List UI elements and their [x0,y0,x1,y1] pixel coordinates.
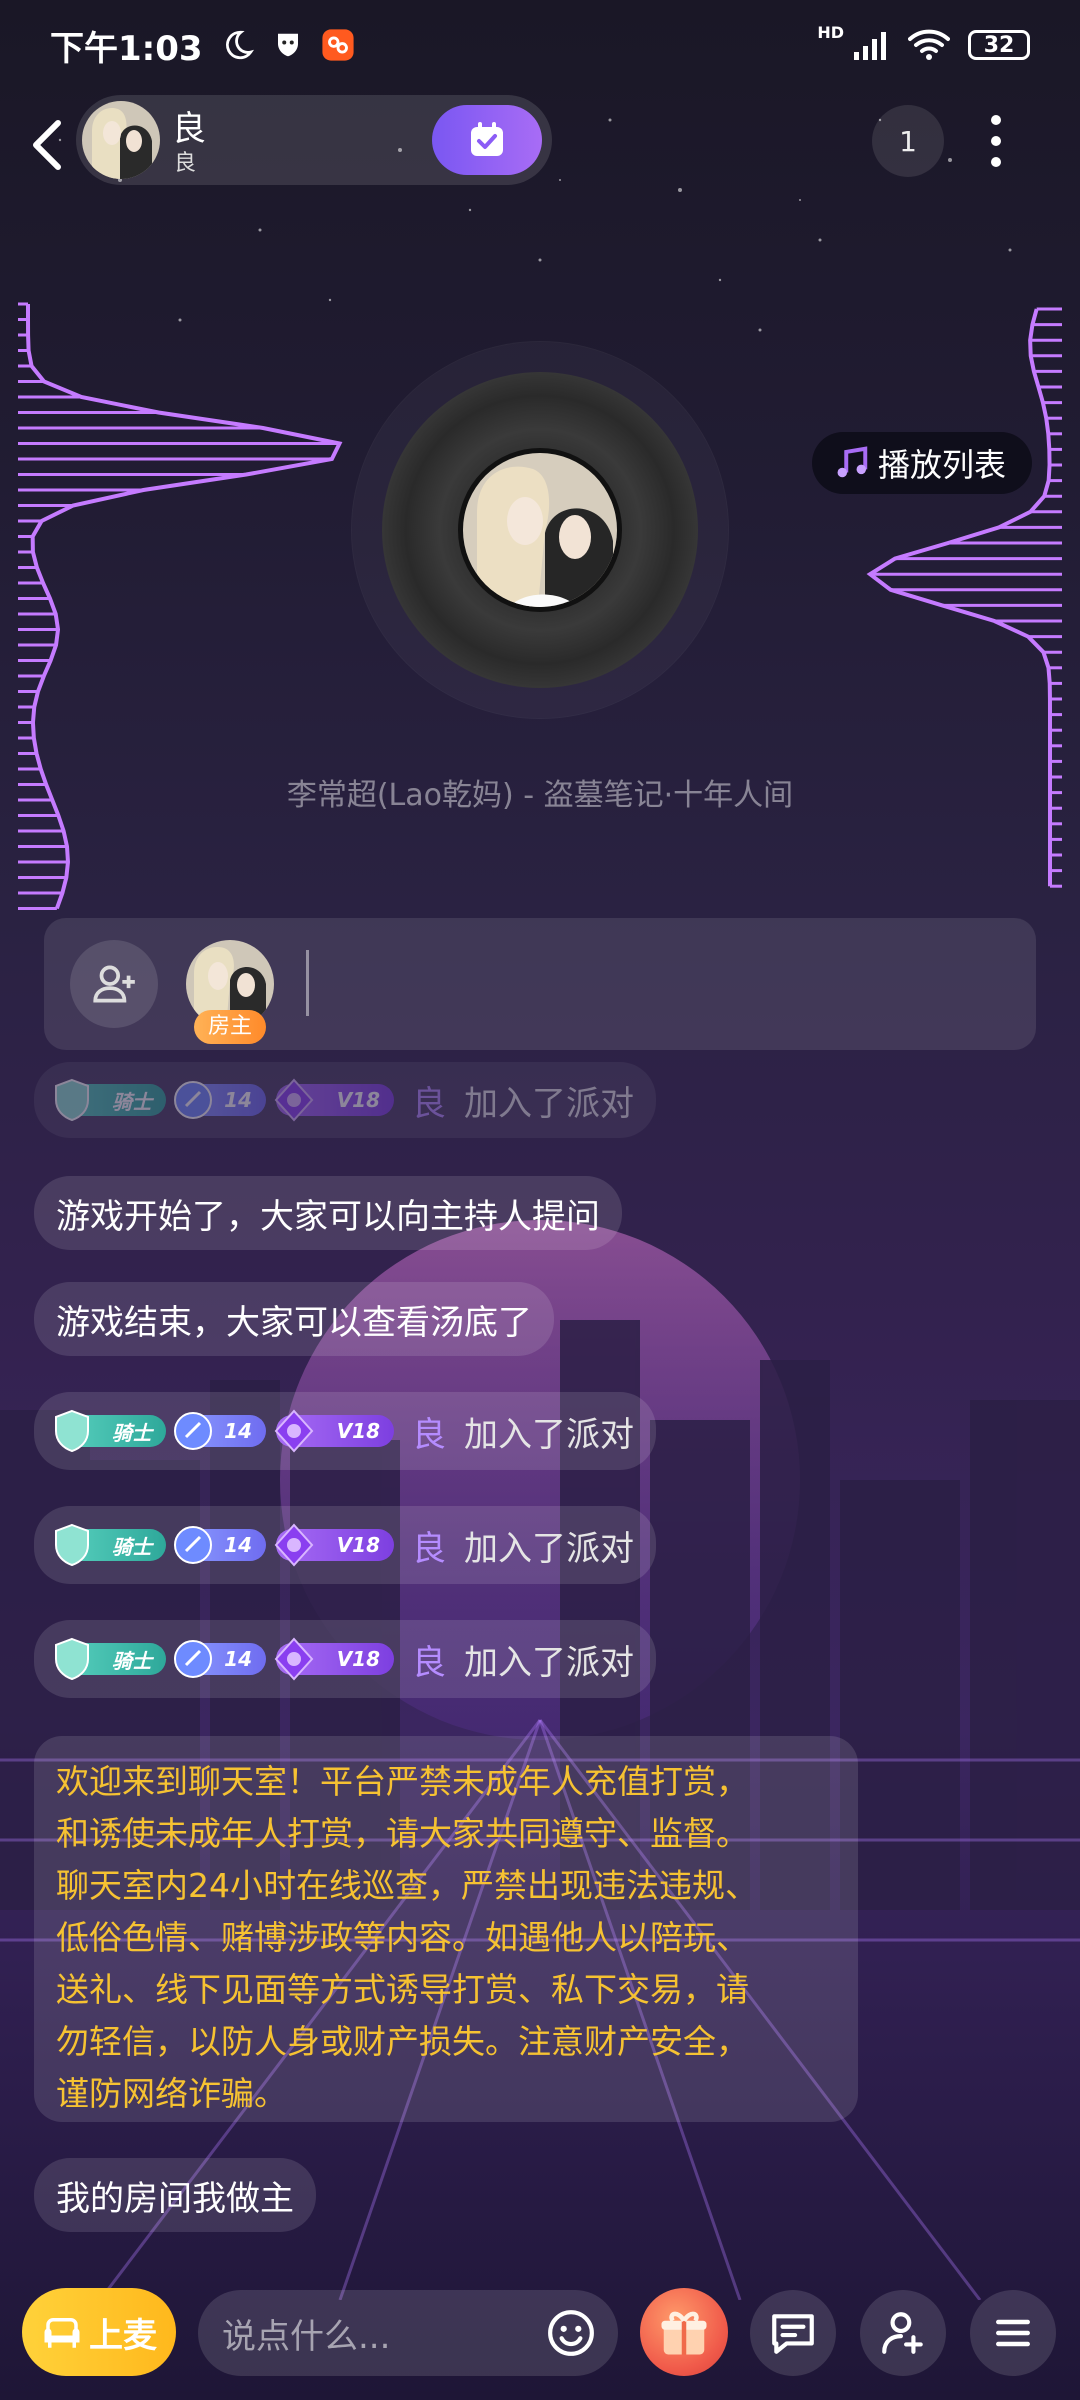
message-text: 我的房间我做主 [56,2178,294,2219]
knight-badge: 骑士 [55,1637,166,1681]
notice-line: 勿轻信，以防人身或财产损失。注意财产安全， [56,2022,749,2061]
platform-notice: 欢迎来到聊天室！平台严禁未成年人充值打赏， 和诱使未成年人打赏，请大家共同遵守、… [34,1736,858,2122]
message-text: 游戏结束，大家可以查看汤底了 [56,1302,532,1343]
music-note-icon [837,446,868,478]
vip-badge: V18 [274,1409,394,1453]
join-action: 加入了派对 [464,1642,634,1683]
signal-icon [854,32,886,60]
level-gem-icon [174,1640,212,1678]
room-name: 良 [172,109,206,149]
shield-icon [55,1523,89,1567]
playlist-button[interactable]: 播放列表 [812,432,1032,494]
invite-friend-button[interactable] [860,2290,946,2376]
status-bar: 下午1:03 HD 32 [0,0,1080,90]
hamburger-menu-icon [996,2319,1030,2347]
shield-icon [55,1078,89,1122]
level-gem-icon [174,1412,212,1450]
room-header: 良 良 1 [0,95,1080,190]
chat-input-placeholder: 说点什么... [222,2316,391,2357]
more-options-icon[interactable] [976,109,1016,173]
join-username[interactable]: 良 [412,1635,446,1684]
check-in-button[interactable] [432,105,542,175]
chat-bubble-icon [772,2314,814,2354]
join-username[interactable]: 良 [412,1407,446,1456]
audio-visualizer-left [18,302,343,910]
vip-crest-icon [274,1409,314,1453]
join-message[interactable]: 骑士 14 V18 良 加入了派对 [34,1506,656,1584]
system-message[interactable]: 游戏开始了，大家可以向主持人提问 [34,1176,622,1250]
level-gem-icon [174,1081,212,1119]
vip-badge: V18 [274,1078,394,1122]
sofa-icon [44,2318,80,2348]
emoji-icon[interactable] [546,2308,596,2358]
level-badge: 14 [174,1081,266,1119]
join-username[interactable]: 良 [412,1521,446,1570]
message-text: 游戏开始了，大家可以向主持人提问 [56,1196,600,1237]
gift-button[interactable] [640,2288,728,2376]
knight-badge: 骑士 [55,1078,166,1122]
status-time: 下午1:03 [50,28,203,69]
level-badge: 14 [174,1640,266,1678]
audio-visualizer-right [866,307,1062,888]
notice-line: 谨防网络诈骗。 [56,2074,287,2113]
vip-crest-icon [274,1637,314,1681]
app-badge-icon [321,29,354,61]
notice-line: 低俗色情、赌博涉政等内容。如遇他人以陪玩、 [56,1918,749,1957]
room-info-pill[interactable]: 良 良 [76,95,552,185]
gift-icon [661,2311,707,2355]
battery-icon: 32 [968,30,1030,60]
shield-icon [55,1409,89,1453]
join-username[interactable]: 良 [412,1076,446,1125]
network-type-label: HD [817,23,844,42]
message-button[interactable] [750,2290,836,2376]
go-on-mic-button[interactable]: 上麦 [22,2288,176,2376]
vip-crest-icon [274,1078,314,1122]
level-badge: 14 [174,1526,266,1564]
vip-badge: V18 [274,1637,394,1681]
room-id: 良 [174,151,197,176]
now-playing-song: 李常超(Lao乾妈) - 盗墓笔记·十年人间 [286,778,794,813]
knight-badge: 骑士 [55,1409,166,1453]
knight-badge: 骑士 [55,1523,166,1567]
calendar-check-icon [471,122,503,156]
add-user-icon [93,965,135,1003]
room-avatar[interactable] [82,101,160,179]
mask-icon [277,33,298,57]
join-message[interactable]: 骑士 14 V18 良 加入了派对 [34,1392,656,1470]
join-action: 加入了派对 [464,1528,634,1569]
go-on-mic-label: 上麦 [89,2315,157,2356]
join-message[interactable]: 骑士 14 V18 良 加入了派对 [34,1620,656,1698]
notice-line: 和诱使未成年人打赏，请大家共同遵守、监督。 [56,1814,749,1853]
vip-crest-icon [274,1523,314,1567]
notice-line: 欢迎来到聊天室！平台严禁未成年人充值打赏， [56,1762,749,1801]
mic-divider [306,950,309,1016]
vip-badge: V18 [274,1523,394,1567]
online-count-button[interactable]: 1 [872,105,944,177]
join-message[interactable]: 骑士 14 V18 良 加入了派对 [34,1062,656,1138]
room-slogan-message[interactable]: 我的房间我做主 [34,2158,316,2232]
playlist-label: 播放列表 [878,446,1007,484]
join-action: 加入了派对 [464,1083,634,1124]
host-badge: 房主 [194,1010,266,1044]
bottom-bar: 上麦 说点什么... [0,2282,1080,2382]
menu-button[interactable] [970,2290,1056,2376]
notice-line: 送礼、线下见面等方式诱导打赏、私下交易，请 [56,1970,749,2009]
join-action: 加入了派对 [464,1414,634,1455]
host-seat[interactable]: 房主 [186,940,274,1044]
back-arrow-icon[interactable] [24,115,68,175]
invite-to-mic-button[interactable] [70,940,158,1028]
system-message[interactable]: 游戏结束，大家可以查看汤底了 [34,1282,554,1356]
user-plus-icon [882,2312,923,2354]
album-cover [458,448,622,612]
shield-icon [55,1637,89,1681]
mic-seat-bar: 房主 [44,918,1036,1050]
chat-input[interactable]: 说点什么... [198,2290,618,2376]
notice-line: 聊天室内24小时在线巡查，严禁出现违法违规、 [56,1866,758,1905]
vinyl-disc[interactable] [352,342,728,718]
moon-icon [225,30,254,60]
level-gem-icon [174,1526,212,1564]
level-badge: 14 [174,1412,266,1450]
wifi-icon [908,29,950,60]
